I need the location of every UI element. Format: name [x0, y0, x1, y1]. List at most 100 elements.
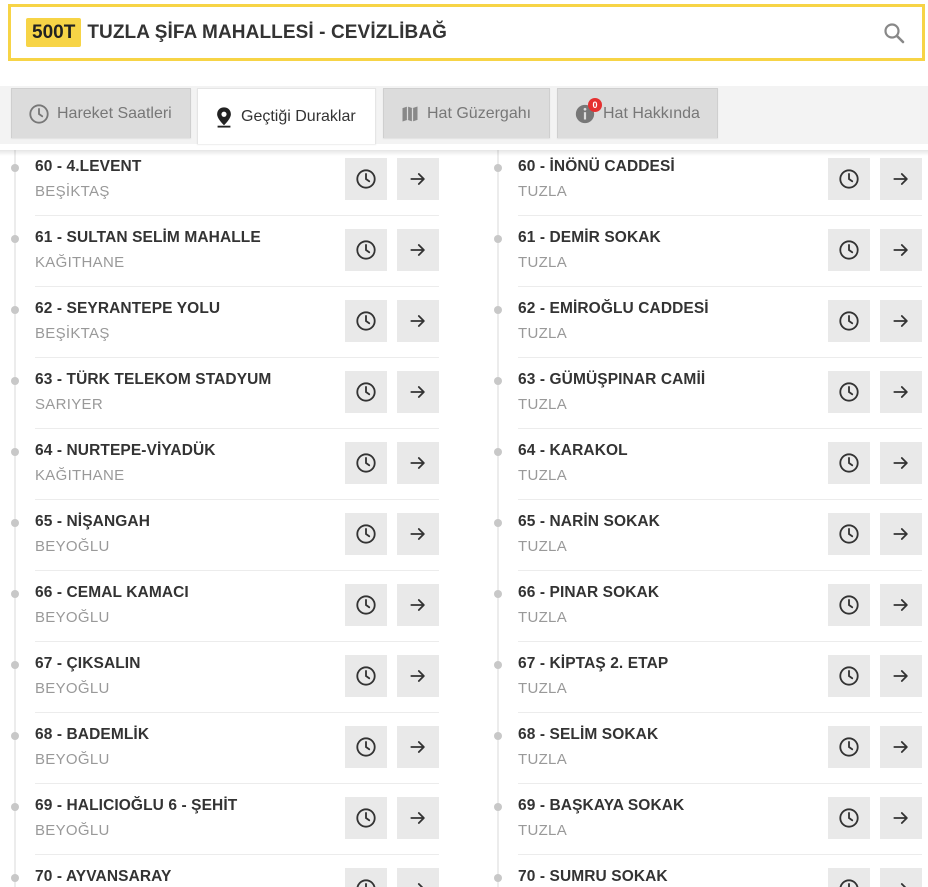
stop-marker: [11, 377, 19, 385]
search-bar[interactable]: 500T TUZLA ŞİFA MAHALLESİ - CEVİZLİBAĞ: [8, 4, 925, 61]
stop-row[interactable]: 62 - SEYRANTEPE YOLU BEŞİKTAŞ: [0, 292, 440, 363]
arrow-right-icon: [893, 315, 908, 327]
stop-schedule-button[interactable]: [828, 513, 870, 555]
stop-name[interactable]: 63 - TÜRK TELEKOM STADYUM: [35, 371, 271, 389]
stop-row[interactable]: 64 - NURTEPE-VİYADÜK KAĞITHANE: [0, 434, 440, 505]
stop-detail-button[interactable]: [880, 300, 922, 342]
stop-name[interactable]: 61 - SULTAN SELİM MAHALLE: [35, 229, 261, 247]
arrow-right-icon: [893, 741, 908, 753]
stop-schedule-button[interactable]: [828, 300, 870, 342]
stop-row[interactable]: 70 - SUMRU SOKAK: [483, 860, 923, 887]
stop-detail-button[interactable]: [397, 513, 439, 555]
stop-name[interactable]: 64 - NURTEPE-VİYADÜK: [35, 442, 216, 460]
stop-name[interactable]: 60 - 4.LEVENT: [35, 158, 141, 176]
stop-detail-button[interactable]: [880, 726, 922, 768]
stop-row[interactable]: 69 - BAŞKAYA SOKAK TUZLA: [483, 789, 923, 860]
stop-detail-button[interactable]: [880, 513, 922, 555]
stop-detail-button[interactable]: [397, 300, 439, 342]
tab-route-map[interactable]: Hat Güzergahı: [383, 88, 550, 138]
stop-schedule-button[interactable]: [345, 158, 387, 200]
stop-schedule-button[interactable]: [828, 797, 870, 839]
stop-schedule-button[interactable]: [828, 868, 870, 887]
stop-name[interactable]: 61 - DEMİR SOKAK: [518, 229, 661, 247]
stop-schedule-button[interactable]: [828, 584, 870, 626]
stop-detail-button[interactable]: [880, 442, 922, 484]
stop-schedule-button[interactable]: [345, 584, 387, 626]
stop-row[interactable]: 69 - HALICIOĞLU 6 - ŞEHİT BEYOĞLU: [0, 789, 440, 860]
stop-row[interactable]: 60 - İNÖNÜ CADDESİ TUZLA: [483, 150, 923, 221]
search-icon[interactable]: [882, 21, 906, 45]
stop-name[interactable]: 60 - İNÖNÜ CADDESİ: [518, 158, 675, 176]
row-divider: [35, 570, 439, 571]
stop-schedule-button[interactable]: [828, 726, 870, 768]
stop-row[interactable]: 61 - DEMİR SOKAK TUZLA: [483, 221, 923, 292]
stop-detail-button[interactable]: [880, 371, 922, 413]
stop-name[interactable]: 68 - BADEMLİK: [35, 726, 149, 744]
stop-name[interactable]: 63 - GÜMÜŞPINAR CAMİİ: [518, 371, 705, 389]
stop-schedule-button[interactable]: [828, 229, 870, 271]
stop-row[interactable]: 66 - PINAR SOKAK TUZLA: [483, 576, 923, 647]
stop-detail-button[interactable]: [397, 584, 439, 626]
stop-detail-button[interactable]: [397, 229, 439, 271]
stop-detail-button[interactable]: [880, 158, 922, 200]
stop-name[interactable]: 69 - BAŞKAYA SOKAK: [518, 797, 684, 815]
stop-detail-button[interactable]: [880, 868, 922, 887]
stop-schedule-button[interactable]: [345, 300, 387, 342]
stop-schedule-button[interactable]: [828, 158, 870, 200]
stop-row[interactable]: 61 - SULTAN SELİM MAHALLE KAĞITHANE: [0, 221, 440, 292]
stop-name[interactable]: 68 - SELİM SOKAK: [518, 726, 658, 744]
stop-detail-button[interactable]: [880, 797, 922, 839]
stop-schedule-button[interactable]: [345, 371, 387, 413]
stop-name[interactable]: 66 - CEMAL KAMACI: [35, 584, 189, 602]
stop-schedule-button[interactable]: [345, 868, 387, 887]
stop-detail-button[interactable]: [397, 371, 439, 413]
stop-detail-button[interactable]: [397, 655, 439, 697]
stop-row[interactable]: 62 - EMİROĞLU CADDESİ TUZLA: [483, 292, 923, 363]
stop-row[interactable]: 63 - TÜRK TELEKOM STADYUM SARIYER: [0, 363, 440, 434]
stop-schedule-button[interactable]: [828, 655, 870, 697]
stop-row[interactable]: 68 - SELİM SOKAK TUZLA: [483, 718, 923, 789]
stop-row[interactable]: 68 - BADEMLİK BEYOĞLU: [0, 718, 440, 789]
stop-schedule-button[interactable]: [828, 371, 870, 413]
tab-departure-times[interactable]: Hareket Saatleri: [11, 88, 191, 138]
stop-detail-button[interactable]: [397, 797, 439, 839]
stop-name[interactable]: 69 - HALICIOĞLU 6 - ŞEHİT: [35, 797, 237, 815]
stop-name[interactable]: 67 - KİPTAŞ 2. ETAP: [518, 655, 668, 673]
stop-name[interactable]: 70 - AYVANSARAY: [35, 868, 171, 886]
stop-name[interactable]: 62 - EMİROĞLU CADDESİ: [518, 300, 709, 318]
stop-schedule-button[interactable]: [345, 726, 387, 768]
stop-name[interactable]: 67 - ÇIKSALIN: [35, 655, 141, 673]
tab-stops[interactable]: Geçtiği Duraklar: [197, 88, 376, 144]
stop-schedule-button[interactable]: [345, 513, 387, 555]
stop-row[interactable]: 66 - CEMAL KAMACI BEYOĞLU: [0, 576, 440, 647]
stop-schedule-button[interactable]: [345, 797, 387, 839]
stop-name[interactable]: 62 - SEYRANTEPE YOLU: [35, 300, 220, 318]
stop-detail-button[interactable]: [397, 868, 439, 887]
stop-row[interactable]: 65 - NARİN SOKAK TUZLA: [483, 505, 923, 576]
notification-badge: 0: [588, 98, 602, 112]
stop-detail-button[interactable]: [880, 584, 922, 626]
stop-name[interactable]: 65 - NARİN SOKAK: [518, 513, 660, 531]
stop-detail-button[interactable]: [397, 726, 439, 768]
stop-row[interactable]: 67 - KİPTAŞ 2. ETAP TUZLA: [483, 647, 923, 718]
stop-detail-button[interactable]: [880, 229, 922, 271]
stop-row[interactable]: 65 - NİŞANGAH BEYOĞLU: [0, 505, 440, 576]
stop-name[interactable]: 64 - KARAKOL: [518, 442, 628, 460]
stop-row[interactable]: 64 - KARAKOL TUZLA: [483, 434, 923, 505]
stop-name[interactable]: 65 - NİŞANGAH: [35, 513, 150, 531]
stop-row[interactable]: 63 - GÜMÜŞPINAR CAMİİ TUZLA: [483, 363, 923, 434]
stop-detail-button[interactable]: [397, 158, 439, 200]
stop-detail-button[interactable]: [880, 655, 922, 697]
stop-schedule-button[interactable]: [345, 442, 387, 484]
tab-line-info[interactable]: 0 Hat Hakkında: [557, 88, 718, 138]
stop-schedule-button[interactable]: [345, 229, 387, 271]
stop-name[interactable]: 70 - SUMRU SOKAK: [518, 868, 668, 886]
stop-name[interactable]: 66 - PINAR SOKAK: [518, 584, 659, 602]
stop-row[interactable]: 60 - 4.LEVENT BEŞİKTAŞ: [0, 150, 440, 221]
stop-detail-button[interactable]: [397, 442, 439, 484]
stop-row[interactable]: 70 - AYVANSARAY: [0, 860, 440, 887]
stop-schedule-button[interactable]: [345, 655, 387, 697]
stop-district: BEYOĞLU: [35, 538, 110, 555]
stop-row[interactable]: 67 - ÇIKSALIN BEYOĞLU: [0, 647, 440, 718]
stop-schedule-button[interactable]: [828, 442, 870, 484]
